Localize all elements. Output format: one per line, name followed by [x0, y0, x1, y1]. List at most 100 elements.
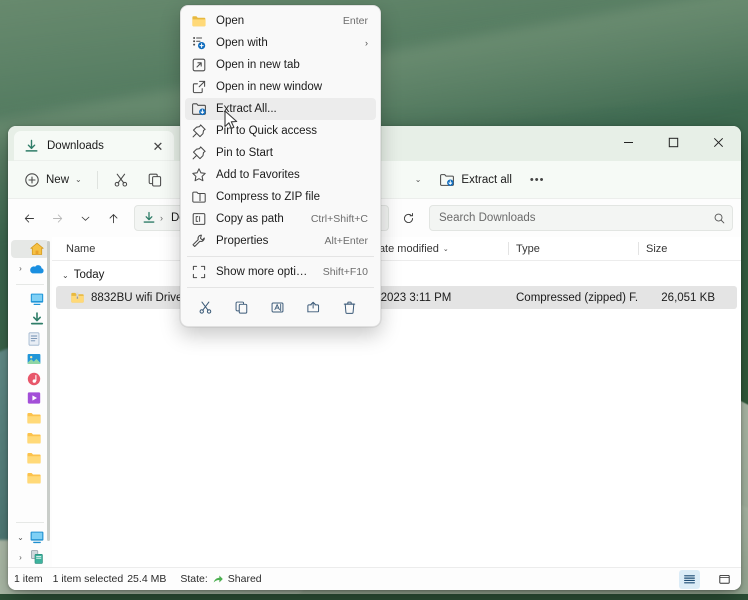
- menu-item-compress-to-zip[interactable]: Compress to ZIP file: [185, 186, 376, 208]
- tab-title: Downloads: [47, 140, 104, 152]
- cut-icon: [199, 301, 211, 314]
- status-bar: 1 item 1 item selected 25.4 MB State: Sh…: [8, 567, 741, 590]
- sidebar-item-network[interactable]: ›: [11, 548, 49, 566]
- properties-wrench-icon: [192, 234, 205, 248]
- sidebar-item-videos[interactable]: [11, 390, 49, 408]
- share-icon: [306, 301, 319, 312]
- toolbar-overflow-chevron[interactable]: ⌄: [407, 166, 430, 194]
- tab-downloads[interactable]: Downloads ✕: [14, 131, 174, 161]
- sidebar-item-folder-4[interactable]: [11, 469, 49, 487]
- table-row[interactable]: 8832BU wifi Driver RTLWlanE 0/2023 3:11 …: [56, 286, 737, 309]
- menu-item-accel-more-options: Shift+F10: [322, 266, 368, 278]
- forward-button[interactable]: [44, 205, 70, 231]
- menu-item-open-with[interactable]: Open with ›: [185, 32, 376, 54]
- column-label-size: Size: [646, 242, 668, 255]
- menu-delete-button[interactable]: [331, 294, 367, 320]
- nav-expander-this-pc[interactable]: ⌄: [15, 533, 26, 542]
- star-icon: [192, 168, 206, 182]
- column-label-name: Name: [66, 242, 96, 255]
- sidebar-item-onedrive[interactable]: ›: [11, 260, 49, 278]
- copy-button[interactable]: [139, 166, 171, 194]
- chevron-down-icon: ⌄: [75, 175, 82, 184]
- context-menu: Open Enter Open with › Open in new tab O…: [180, 5, 381, 327]
- network-icon: [31, 550, 43, 564]
- column-headers: Name Date modified ⌄ Type Size: [52, 237, 741, 261]
- maximize-button[interactable]: [651, 126, 696, 159]
- minimize-button[interactable]: [606, 126, 651, 159]
- chevron-down-icon-2: ⌄: [414, 175, 422, 184]
- refresh-icon: [403, 212, 413, 223]
- extract-all-label: Extract all: [461, 173, 512, 186]
- onedrive-cloud-icon: [30, 264, 44, 274]
- tab-close-button[interactable]: ✕: [148, 136, 168, 156]
- column-header-size[interactable]: Size: [638, 237, 723, 260]
- cell-type: Compressed (zipped) F...: [516, 291, 638, 304]
- recent-locations-button[interactable]: [72, 205, 98, 231]
- nav-expander-network[interactable]: ›: [15, 553, 26, 562]
- new-window-icon: [192, 80, 206, 94]
- tiles-view-icon: [719, 574, 730, 584]
- refresh-button[interactable]: [395, 205, 421, 231]
- group-header-today[interactable]: ⌄ Today: [52, 264, 741, 286]
- cell-date-modified: 0/2023 3:11 PM: [371, 291, 452, 304]
- downloads-arrow-icon-2: [143, 211, 155, 223]
- folder-icon: [27, 413, 41, 424]
- music-icon: [27, 372, 41, 385]
- menu-item-label-compress: Compress to ZIP file: [216, 191, 320, 203]
- cut-button[interactable]: [105, 166, 137, 194]
- new-button[interactable]: New ⌄: [16, 166, 90, 194]
- sidebar-item-desktop[interactable]: [11, 290, 49, 308]
- zip-folder-icon: [71, 292, 84, 303]
- tiles-view-button[interactable]: [714, 570, 735, 589]
- details-view-button[interactable]: [679, 569, 700, 589]
- back-button[interactable]: [16, 205, 42, 231]
- window-controls: [606, 126, 741, 159]
- column-label-date: Date modified: [371, 242, 439, 255]
- menu-item-extract-all[interactable]: Extract All...: [185, 98, 376, 120]
- videos-icon: [27, 392, 41, 405]
- sidebar-item-folder-1[interactable]: [11, 409, 49, 427]
- sidebar-item-downloads[interactable]: [11, 310, 49, 328]
- up-button[interactable]: [100, 205, 126, 231]
- sidebar-item-home[interactable]: [11, 240, 49, 258]
- file-list: ⌄ Today 8832BU wifi Driver RTLWlanE 0/20…: [52, 261, 741, 566]
- sidebar-item-pictures[interactable]: [11, 350, 49, 368]
- menu-copy-button[interactable]: [223, 294, 259, 320]
- extract-all-button[interactable]: Extract all: [431, 166, 520, 194]
- sidebar-item-music[interactable]: [11, 370, 49, 388]
- see-more-button[interactable]: •••: [522, 166, 553, 194]
- new-tab-icon: [192, 58, 206, 72]
- extract-all-icon-menu: [192, 103, 206, 116]
- menu-divider-2: [187, 287, 374, 288]
- status-state: State: Shared: [180, 573, 261, 585]
- column-header-type[interactable]: Type: [508, 237, 638, 260]
- navpane-scrollbar[interactable]: [47, 241, 50, 541]
- search-input[interactable]: [439, 212, 713, 224]
- sidebar-item-documents[interactable]: [11, 330, 49, 348]
- search-box[interactable]: [429, 205, 733, 231]
- menu-item-open[interactable]: Open Enter: [185, 10, 376, 32]
- menu-item-open-in-new-tab[interactable]: Open in new tab: [185, 54, 376, 76]
- column-header-date-modified[interactable]: Date modified ⌄: [363, 237, 508, 260]
- close-button[interactable]: [696, 126, 741, 159]
- menu-share-button[interactable]: [295, 294, 331, 320]
- group-label: Today: [73, 269, 105, 281]
- menu-item-pin-to-start[interactable]: Pin to Start: [185, 142, 376, 164]
- chevron-down-icon-group[interactable]: ⌄: [62, 271, 69, 280]
- menu-item-label-more-options: Show more options: [216, 266, 314, 278]
- menu-item-open-in-new-window[interactable]: Open in new window: [185, 76, 376, 98]
- menu-item-properties[interactable]: Properties Alt+Enter: [185, 230, 376, 252]
- menu-rename-button[interactable]: [259, 294, 295, 320]
- menu-item-add-to-favorites[interactable]: Add to Favorites: [185, 164, 376, 186]
- nav-expander-onedrive[interactable]: ›: [15, 264, 26, 273]
- downloads-icon: [30, 312, 44, 325]
- menu-cut-button[interactable]: [187, 294, 223, 320]
- sidebar-item-folder-2[interactable]: [11, 429, 49, 447]
- sidebar-item-folder-3[interactable]: [11, 449, 49, 467]
- menu-item-copy-as-path[interactable]: Copy as path Ctrl+Shift+C: [185, 208, 376, 230]
- menu-item-show-more-options[interactable]: Show more options Shift+F10: [185, 261, 376, 283]
- sidebar-item-this-pc[interactable]: ⌄: [11, 528, 49, 546]
- desktop-icon: [30, 293, 44, 306]
- shared-arrow-icon: [213, 575, 223, 583]
- menu-item-pin-to-quick-access[interactable]: Pin to Quick access: [185, 120, 376, 142]
